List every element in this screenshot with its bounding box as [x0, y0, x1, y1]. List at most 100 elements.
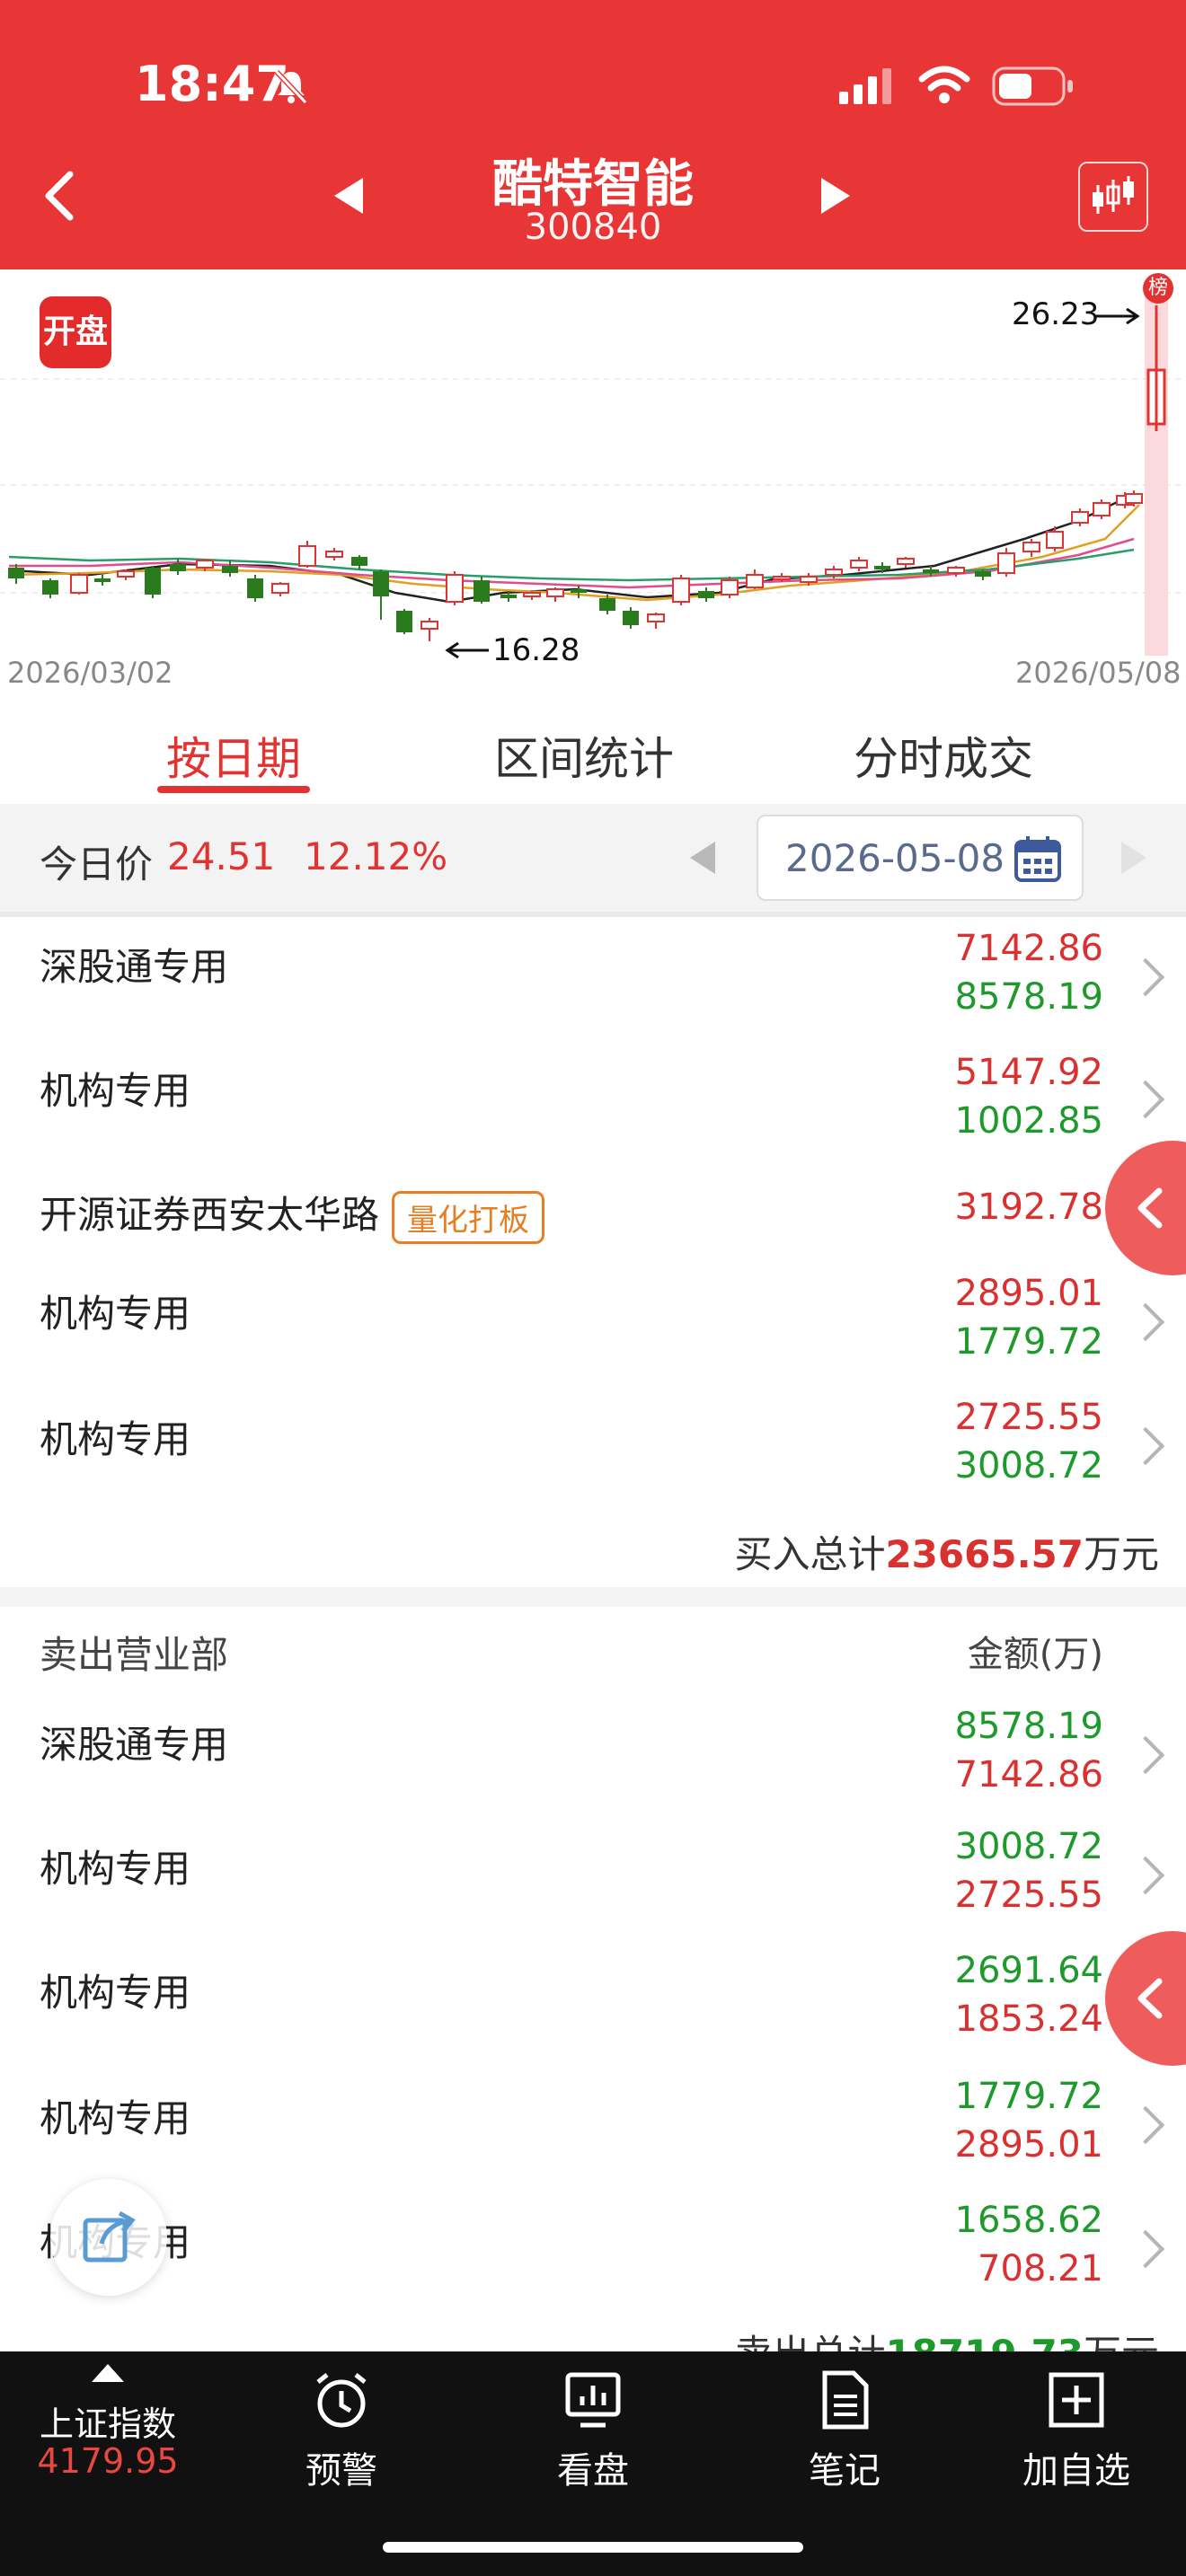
- chevron-right-icon: [1126, 1735, 1165, 1775]
- candle-body: [373, 571, 389, 596]
- candlestick-icon: [1093, 176, 1134, 214]
- candle-body: [396, 611, 412, 632]
- candle-body: [800, 576, 818, 583]
- candle-body: [145, 568, 161, 595]
- chevron-right-icon: [1126, 2229, 1165, 2269]
- section-gap: [0, 1587, 1186, 1607]
- buy-row[interactable]: 开源证券西安太华路 量化打板 3192.78: [0, 1160, 1186, 1260]
- monitor-chart-icon: [565, 2372, 621, 2428]
- sell-row[interactable]: 机构专用 3008.72 2725.55: [0, 1812, 1186, 1937]
- candle-body: [825, 569, 843, 576]
- broker-name: 机构专用: [40, 1292, 191, 1336]
- chevron-right-icon: [1126, 2105, 1165, 2145]
- index-value: 4179.95: [37, 2441, 179, 2481]
- candle-body: [1093, 502, 1111, 516]
- date-picker[interactable]: 2026-05-08: [757, 815, 1084, 901]
- buy-row[interactable]: 深股通专用 7142.86 8578.19: [0, 917, 1186, 1037]
- candle-body: [325, 551, 343, 558]
- sell-row[interactable]: 机构专用 1658.62 708.21: [0, 2185, 1186, 2313]
- buy-amount: 3192.78: [954, 1187, 1103, 1228]
- today-price-label: 今日价: [40, 842, 154, 887]
- index-name: 上证指数: [39, 2404, 176, 2444]
- candle-body: [94, 578, 111, 582]
- buy-amount: 708.21: [978, 2248, 1103, 2289]
- sell-row[interactable]: 深股通专用 8578.19 7142.86: [0, 1695, 1186, 1813]
- buy-total-label: 买入总计: [734, 1532, 886, 1576]
- sell-amount: 2691.64: [954, 1950, 1103, 1991]
- candle-body: [42, 580, 58, 595]
- chevron-right-icon: [1126, 1080, 1165, 1119]
- chevron-right-icon: [1126, 1856, 1165, 1895]
- sell-row[interactable]: 机构专用 1779.72 2895.01: [0, 2061, 1186, 2187]
- amount-column-header: 金额(万): [967, 1634, 1103, 1675]
- kline-chart[interactable]: 开盘 榜 26.23 16.28 2026/03/02 2026/05/08: [0, 269, 1186, 696]
- candle-body: [571, 589, 587, 593]
- candle-body: [1071, 511, 1089, 524]
- candle-body: [222, 566, 238, 573]
- candle-body: [1022, 542, 1040, 552]
- sell-total-value: 18719.73: [885, 2332, 1084, 2351]
- broker-name: 机构专用: [40, 1971, 191, 2015]
- kline-toggle-button[interactable]: [1078, 162, 1148, 232]
- mute-bell-icon: [274, 69, 308, 105]
- today-change: 12.12%: [304, 834, 448, 878]
- candle-body: [721, 579, 739, 595]
- candle-body: [196, 560, 214, 569]
- candle-body: [923, 569, 939, 573]
- next-date-icon[interactable]: [1118, 840, 1150, 876]
- sell-amount: 8578.19: [954, 1706, 1103, 1747]
- low-price-label: 16.28: [492, 632, 580, 668]
- candle-body: [746, 574, 764, 588]
- sell-amount: 8578.19: [954, 976, 1103, 1018]
- sell-amount: 1002.85: [954, 1100, 1103, 1142]
- candle-body: [298, 545, 316, 567]
- buy-amount: 2725.55: [954, 1397, 1103, 1438]
- status-time: 18:47: [135, 56, 289, 112]
- candle-body: [247, 578, 263, 598]
- candle-body: [647, 613, 665, 622]
- quant-tag-badge: 量化打板: [392, 1191, 545, 1244]
- candle-body: [947, 567, 965, 574]
- candle-body: [8, 568, 24, 578]
- candle-body: [271, 583, 289, 594]
- open-badge[interactable]: 开盘: [40, 296, 111, 368]
- tab-watch-label: 看盘: [557, 2450, 629, 2492]
- candle-body: [850, 560, 868, 569]
- tab-by-date[interactable]: 按日期: [157, 723, 310, 788]
- sell-amount: 1658.62: [954, 2200, 1103, 2241]
- candle-body: [773, 576, 791, 580]
- stock-code: 300840: [524, 207, 662, 248]
- signal-icon: [839, 68, 891, 104]
- candle-body: [1046, 531, 1064, 549]
- next-stock-icon[interactable]: [818, 176, 854, 216]
- sell-amount: 1779.72: [954, 2076, 1103, 2117]
- broker-name: 开源证券西安太华路: [40, 1193, 380, 1237]
- candle-body: [500, 595, 517, 598]
- broker-name: 机构专用: [40, 2096, 191, 2140]
- chevron-left-icon: [1137, 1978, 1163, 2019]
- plus-box-icon: [1049, 2372, 1104, 2428]
- sell-row[interactable]: 机构专用 2691.64 1853.24: [0, 1936, 1186, 2063]
- home-indicator: [383, 2542, 803, 2553]
- buy-row[interactable]: 机构专用 5147.92 1002.85: [0, 1036, 1186, 1161]
- buy-amount: 2725.55: [954, 1875, 1103, 1916]
- buy-amount: 2895.01: [954, 2124, 1103, 2166]
- sell-total-label: 卖出总计: [734, 2332, 885, 2351]
- chevron-right-icon: [1126, 1302, 1165, 1342]
- today-price: 24.51: [167, 834, 276, 878]
- broker-name: 机构专用: [40, 1069, 191, 1113]
- kline-svg[interactable]: [0, 269, 1186, 696]
- high-price-label: 26.23: [1012, 296, 1100, 332]
- buy-row[interactable]: 机构专用 2725.55 3008.72: [0, 1382, 1186, 1508]
- tab-range-stats[interactable]: 区间统计: [485, 723, 683, 788]
- buy-amount: 1853.24: [954, 1998, 1103, 2040]
- prev-date-icon[interactable]: [686, 840, 719, 876]
- share-float-button[interactable]: [50, 2179, 167, 2296]
- tab-intraday-trades[interactable]: 分时成交: [845, 723, 1042, 788]
- buy-row[interactable]: 机构专用 2895.01 1779.72: [0, 1258, 1186, 1384]
- note-icon: [822, 2370, 869, 2430]
- active-tab-indicator: [157, 786, 310, 793]
- sell-amount: 1779.72: [954, 1321, 1103, 1363]
- top-list-badge[interactable]: 榜: [1143, 273, 1173, 304]
- sell-amount: 3008.72: [954, 1826, 1103, 1867]
